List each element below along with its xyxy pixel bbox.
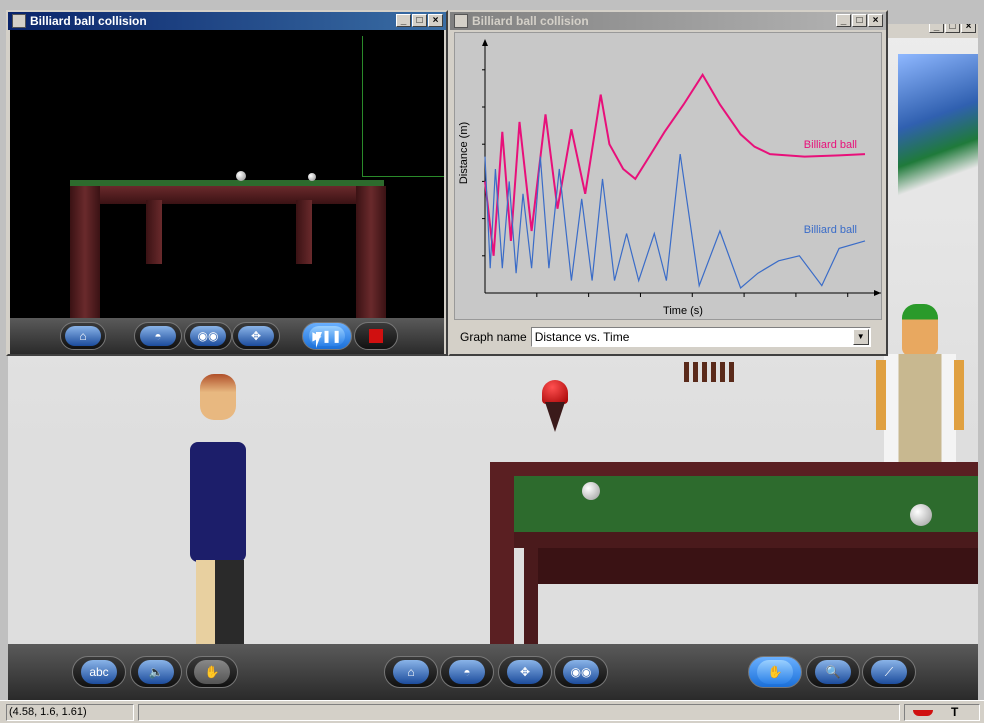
main-toolbar: abc 🔈 ✋ ⌂ ◓ ✥ ◉◉ ✋ 🔍 ⟋: [8, 644, 978, 700]
coordinates-readout: (4.58, 1.6, 1.61): [6, 704, 134, 721]
speech-bubble-icon: abc: [81, 660, 117, 684]
home-icon: ⌂: [65, 326, 101, 346]
status-bar: (4.58, 1.6, 1.61) T: [0, 700, 984, 723]
legend-series-1: Billiard ball: [804, 139, 857, 151]
move-arrows-icon: ✥: [238, 326, 274, 346]
teacher-avatar[interactable]: [876, 304, 966, 464]
series-line-2: [484, 154, 866, 290]
gesture-button[interactable]: ✋: [186, 656, 238, 688]
distance-time-chart: Time (s) Distance (m) Billiard ball Bill…: [458, 39, 881, 317]
app-icon: [12, 14, 26, 28]
side-ball-2: [308, 173, 316, 181]
ceiling-structure: [898, 54, 978, 214]
bg-close-button[interactable]: ×: [961, 24, 976, 33]
hand-tool-button[interactable]: ✋: [748, 656, 802, 688]
gesture-icon: ✋: [194, 660, 230, 684]
bg-minimize-button[interactable]: _: [929, 24, 944, 33]
play-pause-button[interactable]: ▶❚❚: [302, 322, 352, 350]
view-frame-line: [362, 36, 444, 177]
lamp-shade: [545, 402, 565, 432]
move-arrows-icon: ✥: [507, 660, 543, 684]
left-maximize-button[interactable]: □: [412, 14, 427, 27]
status-tray: T: [904, 704, 980, 721]
app-icon: [454, 14, 468, 28]
right-minimize-button[interactable]: _: [836, 14, 851, 27]
legend-series-2: Billiard ball: [804, 224, 857, 236]
graph-tool-button[interactable]: ⟋: [862, 656, 916, 688]
left-minimize-button[interactable]: _: [396, 14, 411, 27]
indicator-icon: [913, 710, 933, 716]
chevron-down-icon[interactable]: ▼: [852, 329, 869, 345]
home-icon: ⌂: [393, 660, 429, 684]
chat-button[interactable]: abc: [72, 656, 126, 688]
x-axis-arrow: [874, 290, 881, 296]
graph-name-select[interactable]: Distance vs. Time ▼: [530, 327, 871, 347]
side-table-top: [70, 186, 384, 204]
magnifier-icon: 🔍: [815, 660, 851, 684]
hand-icon: ✋: [757, 660, 793, 684]
bg-maximize-button[interactable]: □: [945, 24, 960, 33]
sound-button[interactable]: 🔈: [130, 656, 182, 688]
zoom-tool-button[interactable]: 🔍: [806, 656, 860, 688]
eyes-icon: ◉◉: [190, 326, 226, 346]
hanging-lamp: [542, 380, 568, 404]
x-axis-label: Time (s): [663, 305, 703, 317]
graph-name-value: Distance vs. Time: [534, 330, 630, 344]
move-button[interactable]: ✥: [232, 322, 280, 350]
look-view-button[interactable]: ◉◉: [554, 656, 608, 688]
move-view-button[interactable]: ✥: [498, 656, 552, 688]
home-button[interactable]: ⌂: [60, 322, 106, 350]
billiard-ball-2[interactable]: [910, 504, 932, 526]
right-window-title: Billiard ball collision: [472, 14, 589, 28]
right-window-titlebar[interactable]: Billiard ball collision _ □ ×: [450, 12, 886, 30]
mouse-cursor: [316, 332, 322, 348]
look-button[interactable]: ◉◉: [184, 322, 232, 350]
y-axis-label: Distance (m): [458, 122, 470, 184]
left-window-toolbar: ⌂ ◓ ◉◉ ✥ ▶❚❚: [10, 318, 444, 354]
side-ball-1: [236, 171, 246, 181]
left-close-button[interactable]: ×: [428, 14, 443, 27]
billiard-ball-1[interactable]: [582, 482, 600, 500]
collision-3d-view[interactable]: [10, 30, 444, 318]
left-collision-window[interactable]: Billiard ball collision _ □ × ⌂ ◓ ◉◉ ✥ ▶…: [6, 10, 448, 356]
graph-name-row: Graph name Distance vs. Time ▼: [454, 324, 882, 350]
play-pause-icon: ▶❚❚: [309, 326, 345, 346]
orbit-button[interactable]: ◓: [134, 322, 182, 350]
graph-icon: ⟋: [871, 660, 907, 684]
right-graph-window[interactable]: Billiard ball collision _ □ × Time (s) D…: [448, 10, 888, 356]
orbit-view-button[interactable]: ◓: [440, 656, 494, 688]
eyes-icon: ◉◉: [563, 660, 599, 684]
right-maximize-button[interactable]: □: [852, 14, 867, 27]
font-icon: T: [951, 705, 959, 719]
y-axis-arrow: [482, 39, 488, 46]
left-window-title: Billiard ball collision: [30, 14, 147, 28]
student-avatar[interactable]: [188, 374, 258, 644]
home-view-button[interactable]: ⌂: [384, 656, 438, 688]
table-felt: [506, 476, 978, 534]
stop-icon: [369, 329, 383, 343]
background-window-titlebar: _ □ ×: [888, 24, 978, 38]
status-message-pane: [138, 704, 900, 721]
cue-rack: [684, 362, 736, 382]
stop-button[interactable]: [354, 322, 398, 350]
orbit-icon: ◓: [140, 326, 176, 346]
right-close-button[interactable]: ×: [868, 14, 883, 27]
graph-panel[interactable]: Time (s) Distance (m) Billiard ball Bill…: [454, 32, 882, 320]
graph-name-label: Graph name: [460, 330, 527, 344]
speaker-icon: 🔈: [138, 660, 174, 684]
billiard-table[interactable]: [490, 462, 978, 644]
left-window-titlebar[interactable]: Billiard ball collision _ □ ×: [8, 12, 446, 30]
orbit-icon: ◓: [449, 660, 485, 684]
